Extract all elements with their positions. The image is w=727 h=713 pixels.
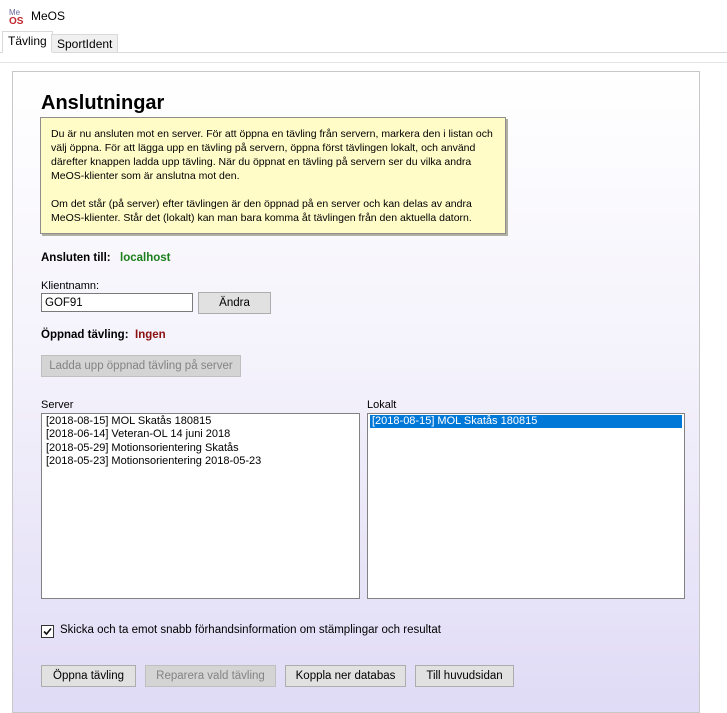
client-name-input[interactable] [41,293,193,312]
page-title: Anslutningar [41,92,165,114]
open-competition-button[interactable]: Öppna tävling [41,665,136,687]
repair-competition-button[interactable]: Reparera vald tävling [145,665,276,687]
divider [0,58,727,63]
list-item[interactable]: [2018-08-15] MOL Skatås 180815 [44,415,357,428]
server-list[interactable]: [2018-08-15] MOL Skatås 180815 [2018-06-… [41,413,360,599]
fast-info-checkbox[interactable] [41,625,54,638]
info-box: Du är nu ansluten mot en server. För att… [40,117,506,234]
fast-info-checkbox-label[interactable]: Skicka och ta emot snabb förhandsinforma… [60,624,441,636]
info-paragraph-2: Om det står (på server) efter tävlingen … [51,198,472,224]
title-bar: Me OS MeOS [0,0,727,32]
checkmark-icon [43,627,52,636]
upload-button[interactable]: Ladda upp öppnad tävling på server [41,355,241,377]
svg-text:OS: OS [9,16,24,25]
local-list[interactable]: [2018-08-15] MOL Skatås 180815 [367,413,685,599]
tab-sportident[interactable]: SportIdent [51,34,119,52]
list-item[interactable]: [2018-06-14] Veteran-OL 14 juni 2018 [44,428,357,441]
opened-comp-value: Ingen [135,329,166,341]
opened-comp-label: Öppnad tävling: [41,329,129,341]
tab-strip: Tävling SportIdent [0,31,727,53]
main-page-button[interactable]: Till huvudsidan [415,665,514,687]
connected-value: localhost [120,252,171,264]
change-button[interactable]: Ändra [198,292,271,314]
client-name-label: Klientnamn: [41,280,100,292]
list-item[interactable]: [2018-05-23] Motionsorientering 2018-05-… [44,455,357,468]
meos-app-icon: Me OS [9,8,24,25]
list-item[interactable]: [2018-05-29] Motionsorientering Skatås [44,442,357,455]
window-title: MeOS [31,9,66,23]
tab-tavling[interactable]: Tävling [2,31,53,53]
list-item[interactable]: [2018-08-15] MOL Skatås 180815 [370,415,682,429]
info-paragraph-1: Du är nu ansluten mot en server. För att… [51,128,493,182]
connected-label: Ansluten till: [41,252,111,264]
local-label: Lokalt [367,399,397,411]
disconnect-database-button[interactable]: Koppla ner databas [285,665,406,687]
server-label: Server [41,399,74,411]
